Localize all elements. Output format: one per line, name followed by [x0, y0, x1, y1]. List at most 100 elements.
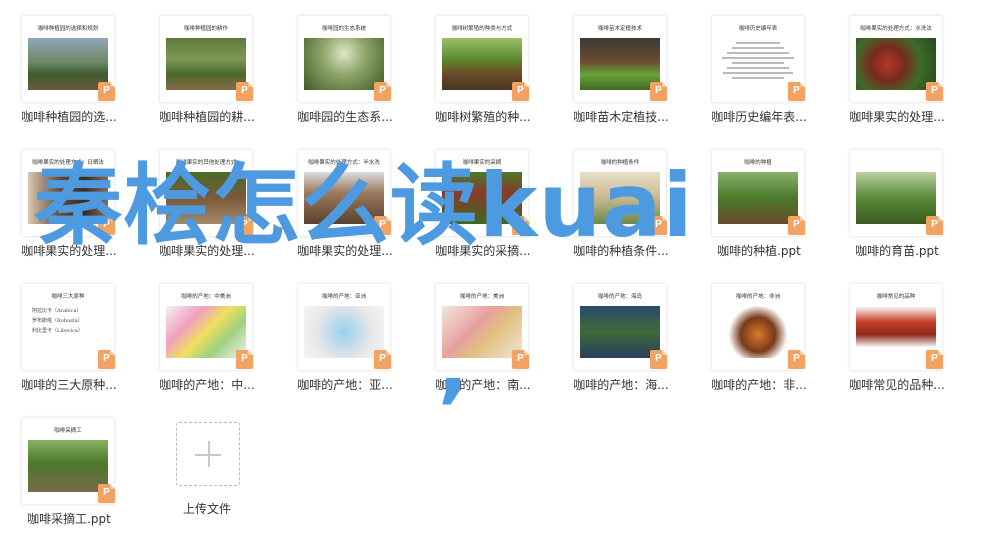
slide-title: 咖啡果实的处理方式：水洗法: [860, 26, 932, 32]
ppt-file-icon: P: [926, 82, 943, 101]
slide-image: [166, 38, 246, 90]
file-item[interactable]: 咖啡的产地：中美洲 P 咖啡的产地：中...: [138, 280, 276, 400]
file-item[interactable]: 咖啡常见的品种 P 咖啡常见的品种...: [828, 280, 966, 400]
slide-image: [580, 172, 660, 224]
ppt-file-icon: P: [788, 216, 805, 235]
file-name[interactable]: 咖啡的产地：非...: [690, 376, 828, 393]
ppt-file-icon: P: [98, 216, 115, 235]
ppt-badge-letter: P: [793, 85, 800, 96]
slide-title: 咖啡果实的采摘: [462, 160, 502, 166]
file-name[interactable]: 咖啡采摘工.ppt: [0, 510, 138, 527]
file-item[interactable]: 咖啡三大原种阿拉比卡（Arabica） 罗布斯塔（Robusta） 利比里卡（Lib…: [0, 280, 138, 400]
ppt-file-icon: P: [926, 350, 943, 369]
ppt-file-icon: P: [650, 216, 667, 235]
file-item[interactable]: 咖啡的产地：亚洲 P 咖啡的产地：亚...: [276, 280, 414, 400]
slide-image: [442, 172, 522, 224]
file-item[interactable]: 咖啡园的生态系统 P 咖啡园的生态系...: [276, 12, 414, 132]
ppt-file-icon: P: [374, 82, 391, 101]
ppt-file-icon: P: [236, 216, 253, 235]
file-name[interactable]: 咖啡果实的处理...: [138, 242, 276, 259]
slide-title: 咖啡园的生态系统: [321, 26, 366, 32]
file-name[interactable]: 咖啡种植园的耕...: [138, 108, 276, 125]
ppt-badge-letter: P: [517, 85, 524, 96]
file-name[interactable]: 咖啡树繁殖的种...: [414, 108, 552, 125]
document-text-lines: [722, 42, 794, 82]
file-name[interactable]: 咖啡果实的处理...: [276, 242, 414, 259]
ppt-file-icon: P: [650, 82, 667, 101]
slide-image: [304, 38, 384, 90]
file-name[interactable]: 咖啡常见的品种...: [828, 376, 966, 393]
file-name[interactable]: 咖啡的育苗.ppt: [828, 242, 966, 259]
file-item[interactable]: 咖啡种植园的选择和规划 P 咖啡种植园的选...: [0, 12, 138, 132]
slide-image: [304, 306, 384, 358]
ppt-file-icon: P: [236, 350, 253, 369]
file-name[interactable]: 咖啡的产地：亚...: [276, 376, 414, 393]
file-item[interactable]: 咖啡的种植条件 P 咖啡的种植条件...: [552, 146, 690, 266]
slide-image: [580, 38, 660, 90]
species-list-item: 阿拉比卡（Arabica）: [32, 308, 82, 314]
file-item[interactable]: 咖啡历史编年表 P 咖啡历史编年表...: [690, 12, 828, 132]
file-item[interactable]: 咖啡果实的采摘 P 咖啡果实的采摘...: [414, 146, 552, 266]
slide-title: 咖啡种植园的选择和规划: [37, 26, 99, 32]
file-item[interactable]: 咖啡树繁殖的种类与方式 P 咖啡树繁殖的种...: [414, 12, 552, 132]
file-name[interactable]: 咖啡历史编年表...: [690, 108, 828, 125]
file-name[interactable]: 咖啡果实的处理...: [0, 242, 138, 259]
slide-image: [856, 172, 936, 224]
file-item[interactable]: 咖啡的产地：美洲 P 咖啡的产地：南...: [414, 280, 552, 400]
file-name[interactable]: 咖啡的种植条件...: [552, 242, 690, 259]
ppt-badge-letter: P: [931, 353, 938, 364]
ppt-badge-letter: P: [931, 85, 938, 96]
slide-title: 咖啡果实的处理方式：半水洗: [308, 160, 380, 166]
ppt-badge-letter: P: [379, 219, 386, 230]
file-item[interactable]: 咖啡苗木定植技术 P 咖啡苗木定植技...: [552, 12, 690, 132]
file-item[interactable]: 咖啡的种植 P 咖啡的种植.ppt: [690, 146, 828, 266]
slide-image: [28, 38, 108, 90]
file-item[interactable]: 咖啡果实的处理方式：水洗法 P 咖啡果实的处理...: [828, 12, 966, 132]
species-list-item: 罗布斯塔（Robusta）: [32, 318, 83, 324]
slide-title: 咖啡的产地：非洲: [735, 294, 780, 300]
file-name[interactable]: 咖啡园的生态系...: [276, 108, 414, 125]
slide-image: [304, 172, 384, 224]
file-item[interactable]: 咖啡采摘工 P 咖啡采摘工.ppt: [0, 414, 138, 534]
file-name[interactable]: 咖啡的产地：海...: [552, 376, 690, 393]
ppt-file-icon: P: [512, 82, 529, 101]
slide-title: 咖啡果实的其他处理方式: [175, 160, 237, 166]
file-name[interactable]: 咖啡的产地：中...: [138, 376, 276, 393]
file-name[interactable]: 咖啡的种植.ppt: [690, 242, 828, 259]
file-name[interactable]: 咖啡种植园的选...: [0, 108, 138, 125]
file-item[interactable]: 咖啡果实的处理方式：日晒法 P 咖啡果实的处理...: [0, 146, 138, 266]
ppt-file-icon: P: [374, 216, 391, 235]
species-list-item: 利比里卡（Liberica）: [32, 328, 83, 334]
slide-title: 咖啡树繁殖的种类与方式: [451, 26, 513, 32]
ppt-file-icon: P: [98, 350, 115, 369]
file-item[interactable]: 咖啡的产地：海岛 P 咖啡的产地：海...: [552, 280, 690, 400]
ppt-badge-letter: P: [103, 487, 110, 498]
file-item[interactable]: P 咖啡的育苗.ppt: [828, 146, 966, 266]
slide-title: 咖啡的产地：海岛: [597, 294, 642, 300]
file-name[interactable]: 咖啡苗木定植技...: [552, 108, 690, 125]
ppt-file-icon: P: [512, 216, 529, 235]
file-name[interactable]: 咖啡果实的采摘...: [414, 242, 552, 259]
ppt-badge-letter: P: [241, 85, 248, 96]
slide-image: [718, 306, 798, 358]
file-item[interactable]: 咖啡果实的其他处理方式 P 咖啡果实的处理...: [138, 146, 276, 266]
file-item[interactable]: 咖啡种植园的耕作 P 咖啡种植园的耕...: [138, 12, 276, 132]
upload-label[interactable]: 上传文件: [138, 500, 276, 517]
file-name[interactable]: 咖啡果实的处理...: [828, 108, 966, 125]
ppt-badge-letter: P: [241, 353, 248, 364]
ppt-badge-letter: P: [517, 219, 524, 230]
slide-title: 咖啡三大原种: [51, 294, 85, 300]
slide-title: 咖啡种植园的耕作: [183, 26, 228, 32]
file-name[interactable]: 咖啡的产地：南...: [414, 376, 552, 393]
ppt-badge-letter: P: [655, 85, 662, 96]
file-name[interactable]: 咖啡的三大原种...: [0, 376, 138, 393]
upload-tile[interactable]: 上传文件: [138, 418, 276, 537]
ppt-file-icon: P: [236, 82, 253, 101]
ppt-badge-letter: P: [931, 219, 938, 230]
ppt-file-icon: P: [374, 350, 391, 369]
plus-icon[interactable]: [176, 422, 240, 486]
slide-image: [856, 38, 936, 90]
file-item[interactable]: 咖啡的产地：非洲 P 咖啡的产地：非...: [690, 280, 828, 400]
file-item[interactable]: 咖啡果实的处理方式：半水洗 P 咖啡果实的处理...: [276, 146, 414, 266]
slide-image: [442, 38, 522, 90]
